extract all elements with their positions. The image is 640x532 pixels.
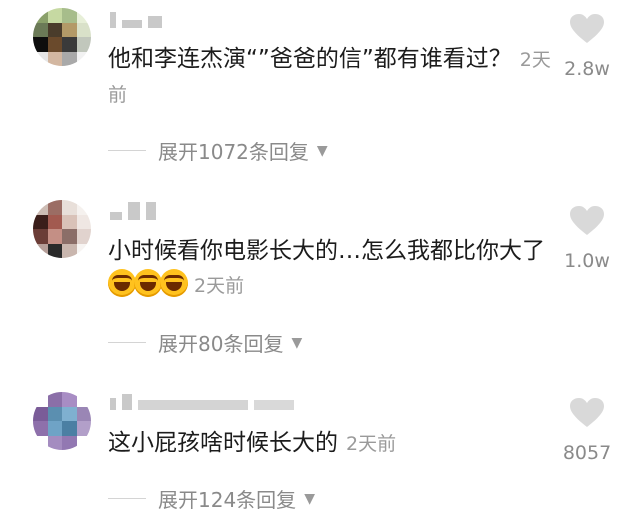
comment-time: 2天前 xyxy=(194,275,245,297)
chevron-down-icon: ▼ xyxy=(291,334,303,351)
divider xyxy=(108,498,146,499)
expand-replies-button[interactable]: 展开1072条回复 ▼ xyxy=(108,136,328,165)
divider xyxy=(108,342,146,343)
laugh-cry-emoji xyxy=(134,269,162,297)
heart-icon xyxy=(570,398,604,427)
laugh-cry-emoji xyxy=(108,269,136,297)
divider xyxy=(108,150,146,151)
expand-replies-label: 展开80条回复 xyxy=(158,332,284,356)
comment-text-body: 他和李连杰演“”爸爸的信”都有谁看过？ xyxy=(108,46,512,72)
comment-time: 2天前 xyxy=(346,433,397,455)
heart-icon xyxy=(570,14,604,43)
username-blurred[interactable] xyxy=(110,200,156,220)
avatar[interactable] xyxy=(33,8,91,66)
avatar[interactable] xyxy=(33,200,91,258)
expand-replies-label: 展开1072条回复 xyxy=(158,140,309,164)
avatar[interactable] xyxy=(33,392,91,450)
comment-text: 他和李连杰演“”爸爸的信”都有谁看过？ 2天前 xyxy=(108,42,558,112)
chevron-down-icon: ▼ xyxy=(304,490,315,507)
like-button[interactable]: 2.8w xyxy=(552,14,622,80)
expand-replies-button[interactable]: 展开124条回复 ▼ xyxy=(108,484,315,513)
laugh-cry-emoji xyxy=(160,269,188,297)
comment-text: 这小屁孩啥时候长大的 2天前 xyxy=(108,426,558,461)
expand-replies-label: 展开124条回复 xyxy=(158,488,297,512)
like-button[interactable]: 8057 xyxy=(552,398,622,464)
comment-text-body: 小时候看你电影长大的…怎么我都比你大了 xyxy=(108,238,545,264)
like-count: 1.0w xyxy=(564,250,610,272)
comment-text-body: 这小屁孩啥时候长大的 xyxy=(108,430,338,456)
like-button[interactable]: 1.0w xyxy=(552,206,622,272)
username-blurred[interactable] xyxy=(110,8,162,28)
comment-text: 小时候看你电影长大的…怎么我都比你大了 2天前 xyxy=(108,234,558,303)
expand-replies-button[interactable]: 展开80条回复 ▼ xyxy=(108,328,302,357)
like-count: 2.8w xyxy=(564,58,610,80)
like-count: 8057 xyxy=(562,442,612,464)
chevron-down-icon: ▼ xyxy=(316,142,328,159)
username-blurred[interactable] xyxy=(110,390,294,410)
heart-icon xyxy=(570,206,604,235)
